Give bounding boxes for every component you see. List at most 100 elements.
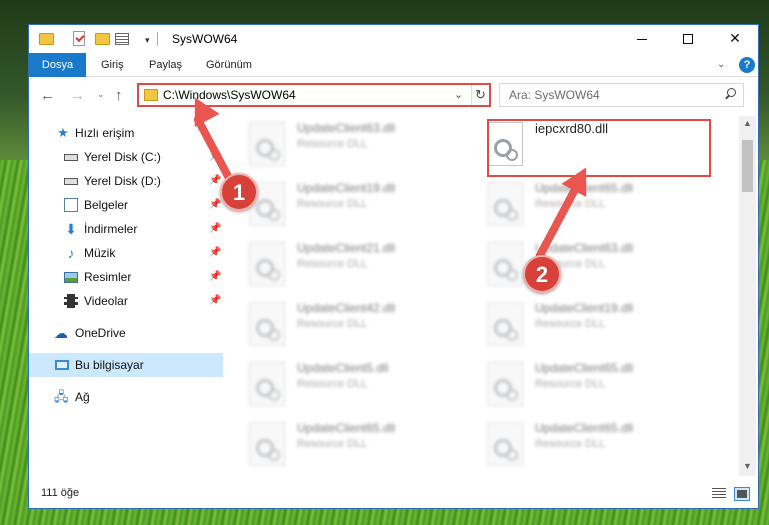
navigation-pane: ★ Hızlı erişim Yerel Disk (C:) 📌 Yerel D… — [29, 116, 225, 476]
new-folder-icon[interactable] — [95, 33, 110, 45]
file-name: UpdateClient5.dll — [297, 361, 389, 375]
file-item[interactable]: UpdateClient19.dll Resource DLL — [225, 178, 455, 230]
documents-icon — [64, 198, 78, 212]
tab-view[interactable]: Görünüm — [194, 53, 264, 77]
window-title: SysWOW64 — [172, 32, 238, 46]
scroll-down-icon[interactable]: ▼ — [743, 461, 752, 471]
item-count: 111 öğe — [41, 487, 80, 499]
file-name: UpdateClient63.dll — [297, 121, 396, 135]
maximize-button[interactable] — [665, 25, 711, 53]
ribbon-tabs: Dosya Giriş Paylaş Görünüm ⌄ ? — [29, 53, 758, 77]
tiles-view-icon[interactable] — [734, 487, 750, 501]
file-list: UpdateClient63.dll Resource DLL UpdateCl… — [225, 116, 739, 476]
dll-file-icon — [249, 422, 285, 466]
sidebar-item-label: İndirmeler — [84, 222, 138, 236]
minimize-icon — [637, 38, 647, 40]
file-type: Resource DLL — [297, 378, 368, 390]
sidebar-item-label: Müzik — [84, 246, 116, 260]
sidebar-item-music[interactable]: ♪ Müzik 📌 — [29, 241, 223, 265]
dll-file-icon — [487, 242, 523, 286]
sidebar-item-local-disk-c[interactable]: Yerel Disk (C:) 📌 — [29, 145, 223, 169]
file-item[interactable]: UpdateClient21.dll Resource DLL — [225, 238, 455, 290]
pin-icon[interactable]: 📌 — [209, 241, 221, 265]
file-item[interactable]: UpdateClient65.dll Resource DLL — [463, 358, 693, 410]
file-name: UpdateClient65.dll — [535, 361, 634, 375]
network-icon: 🖧 — [54, 389, 69, 404]
forward-arrow-icon[interactable]: → — [70, 87, 85, 104]
search-icon[interactable] — [724, 87, 736, 101]
scroll-up-icon[interactable]: ▲ — [743, 118, 752, 128]
sidebar-item-label: Yerel Disk (C:) — [84, 150, 161, 164]
pin-icon[interactable]: 📌 — [209, 289, 221, 313]
pin-icon[interactable]: 📌 — [209, 265, 221, 289]
sidebar-item-label: OneDrive — [75, 326, 126, 340]
file-type: Resource DLL — [297, 138, 368, 150]
file-item[interactable]: UpdateClient65.dll Resource DLL — [225, 418, 455, 470]
tab-share[interactable]: Paylaş — [137, 53, 194, 77]
sidebar-item-label: Videolar — [84, 294, 128, 308]
dll-file-icon — [249, 302, 285, 346]
vertical-scrollbar[interactable]: ▲ ▼ — [739, 116, 756, 476]
up-arrow-icon[interactable]: ↑ — [115, 87, 123, 104]
dll-file-icon — [487, 362, 523, 406]
sidebar-item-onedrive[interactable]: ☁ OneDrive — [29, 321, 223, 345]
downloads-icon: ⬇ — [65, 221, 77, 237]
navigation-bar: ← → ⌄ ↑ C:\Windows\SysWOW64 ⌄ ↻ Ara: Sys… — [29, 78, 758, 112]
folder-icon — [144, 89, 158, 101]
sidebar-item-local-disk-d[interactable]: Yerel Disk (D:) 📌 — [29, 169, 223, 193]
help-icon[interactable]: ? — [739, 57, 755, 73]
back-arrow-icon[interactable]: ← — [40, 87, 55, 104]
scrollbar-thumb[interactable] — [742, 140, 753, 192]
drive-icon — [64, 154, 78, 161]
sidebar-item-network[interactable]: 🖧 Ağ — [29, 385, 223, 409]
dll-file-icon — [487, 422, 523, 466]
title-bar: ▾ SysWOW64 ✕ — [29, 25, 758, 53]
file-type: Resource DLL — [535, 378, 606, 390]
close-button[interactable]: ✕ — [712, 25, 758, 53]
address-dropdown-icon[interactable]: ⌄ — [454, 88, 463, 101]
sidebar-item-videos[interactable]: Videolar 📌 — [29, 289, 223, 313]
pin-icon[interactable]: 📌 — [209, 217, 221, 241]
tab-home[interactable]: Giriş — [89, 53, 136, 77]
file-type: Resource DLL — [297, 438, 368, 450]
ribbon-expand-icon[interactable]: ⌄ — [717, 59, 725, 70]
sidebar-item-pictures[interactable]: Resimler 📌 — [29, 265, 223, 289]
file-name: UpdateClient42.dll — [297, 301, 396, 315]
file-item[interactable]: UpdateClient19.dll Resource DLL — [463, 298, 693, 350]
dll-file-icon — [487, 302, 523, 346]
sidebar-item-label: Resimler — [84, 270, 132, 284]
file-item[interactable]: UpdateClient65.dll Resource DLL — [463, 418, 693, 470]
file-type: Resource DLL — [297, 198, 368, 210]
file-item[interactable]: UpdateClient5.dll Resource DLL — [225, 358, 455, 410]
sidebar-item-this-pc[interactable]: Bu bilgisayar — [29, 353, 223, 377]
details-view-icon[interactable] — [712, 488, 726, 500]
explorer-window: ▾ SysWOW64 ✕ Dosya Giriş Paylaş Görünüm … — [28, 24, 759, 509]
title-separator — [157, 32, 158, 46]
drive-icon — [64, 178, 78, 185]
file-name: UpdateClient65.dll — [535, 421, 634, 435]
status-bar: 111 öğe — [29, 480, 758, 508]
search-input[interactable]: Ara: SysWOW64 — [499, 83, 744, 107]
dll-file-icon — [249, 362, 285, 406]
file-name: UpdateClient19.dll — [535, 301, 634, 315]
file-item[interactable]: UpdateClient63.dll Resource DLL — [225, 118, 455, 170]
file-type: Resource DLL — [535, 438, 606, 450]
dll-file-icon — [487, 182, 523, 226]
minimize-button[interactable] — [619, 25, 665, 53]
sidebar-item-downloads[interactable]: ⬇ İndirmeler 📌 — [29, 217, 223, 241]
file-item[interactable]: UpdateClient63.dll Resource DLL — [463, 238, 693, 290]
properties-icon[interactable] — [115, 33, 129, 45]
annotation-step-1-badge: 1 — [220, 173, 258, 211]
address-path[interactable]: C:\Windows\SysWOW64 — [163, 88, 296, 102]
close-icon: ✕ — [729, 30, 741, 46]
sidebar-item-documents[interactable]: Belgeler 📌 — [29, 193, 223, 217]
tab-file[interactable]: Dosya — [29, 53, 86, 77]
pictures-icon — [64, 272, 78, 283]
file-type: Resource DLL — [297, 318, 368, 330]
refresh-icon[interactable]: ↻ — [471, 85, 489, 105]
recent-locations-icon[interactable]: ⌄ — [97, 89, 105, 100]
quick-access-dropdown-icon[interactable]: ▾ — [145, 35, 150, 46]
properties-check-icon[interactable] — [73, 31, 85, 46]
file-name: UpdateClient65.dll — [297, 421, 396, 435]
file-item[interactable]: UpdateClient42.dll Resource DLL — [225, 298, 455, 350]
